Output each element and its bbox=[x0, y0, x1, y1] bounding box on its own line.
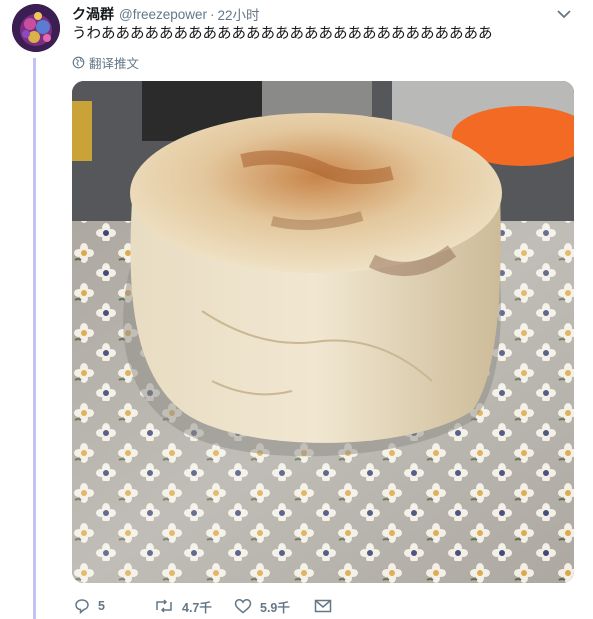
display-name[interactable]: ク渦群 bbox=[72, 4, 114, 24]
direct-message-button[interactable] bbox=[314, 599, 340, 613]
timestamp[interactable]: 22小时 bbox=[218, 4, 260, 24]
tweet-header: ク渦群 @freezepower · 22小时 bbox=[72, 5, 260, 23]
thread-line bbox=[33, 58, 36, 619]
reply-icon bbox=[75, 599, 89, 614]
retweet-count: 4.7千 bbox=[182, 600, 212, 615]
translate-link[interactable]: 翻译推文 bbox=[72, 53, 139, 72]
globe-icon bbox=[72, 56, 85, 69]
tweet-actions: 5 4.7千 5.9千 bbox=[72, 597, 340, 615]
tweet-text: うわあああああああああああああああああああああああああああ bbox=[72, 26, 493, 42]
retweet-icon bbox=[156, 599, 172, 613]
reply-button[interactable]: 5 bbox=[74, 598, 154, 614]
like-button[interactable]: 5.9千 bbox=[234, 597, 314, 616]
separator-dot: · bbox=[210, 6, 215, 22]
chevron-down-icon[interactable] bbox=[556, 8, 572, 20]
envelope-icon bbox=[314, 599, 332, 613]
bread-photo bbox=[72, 81, 574, 583]
heart-icon bbox=[234, 599, 252, 614]
like-count: 5.9千 bbox=[260, 600, 290, 615]
tweet-photo[interactable] bbox=[72, 81, 574, 583]
reply-count: 5 bbox=[98, 599, 105, 613]
user-handle[interactable]: @freezepower bbox=[119, 7, 207, 22]
translate-label: 翻译推文 bbox=[89, 57, 140, 71]
retweet-button[interactable]: 4.7千 bbox=[154, 597, 234, 616]
avatar[interactable] bbox=[12, 4, 60, 52]
avatar-image bbox=[12, 4, 60, 52]
